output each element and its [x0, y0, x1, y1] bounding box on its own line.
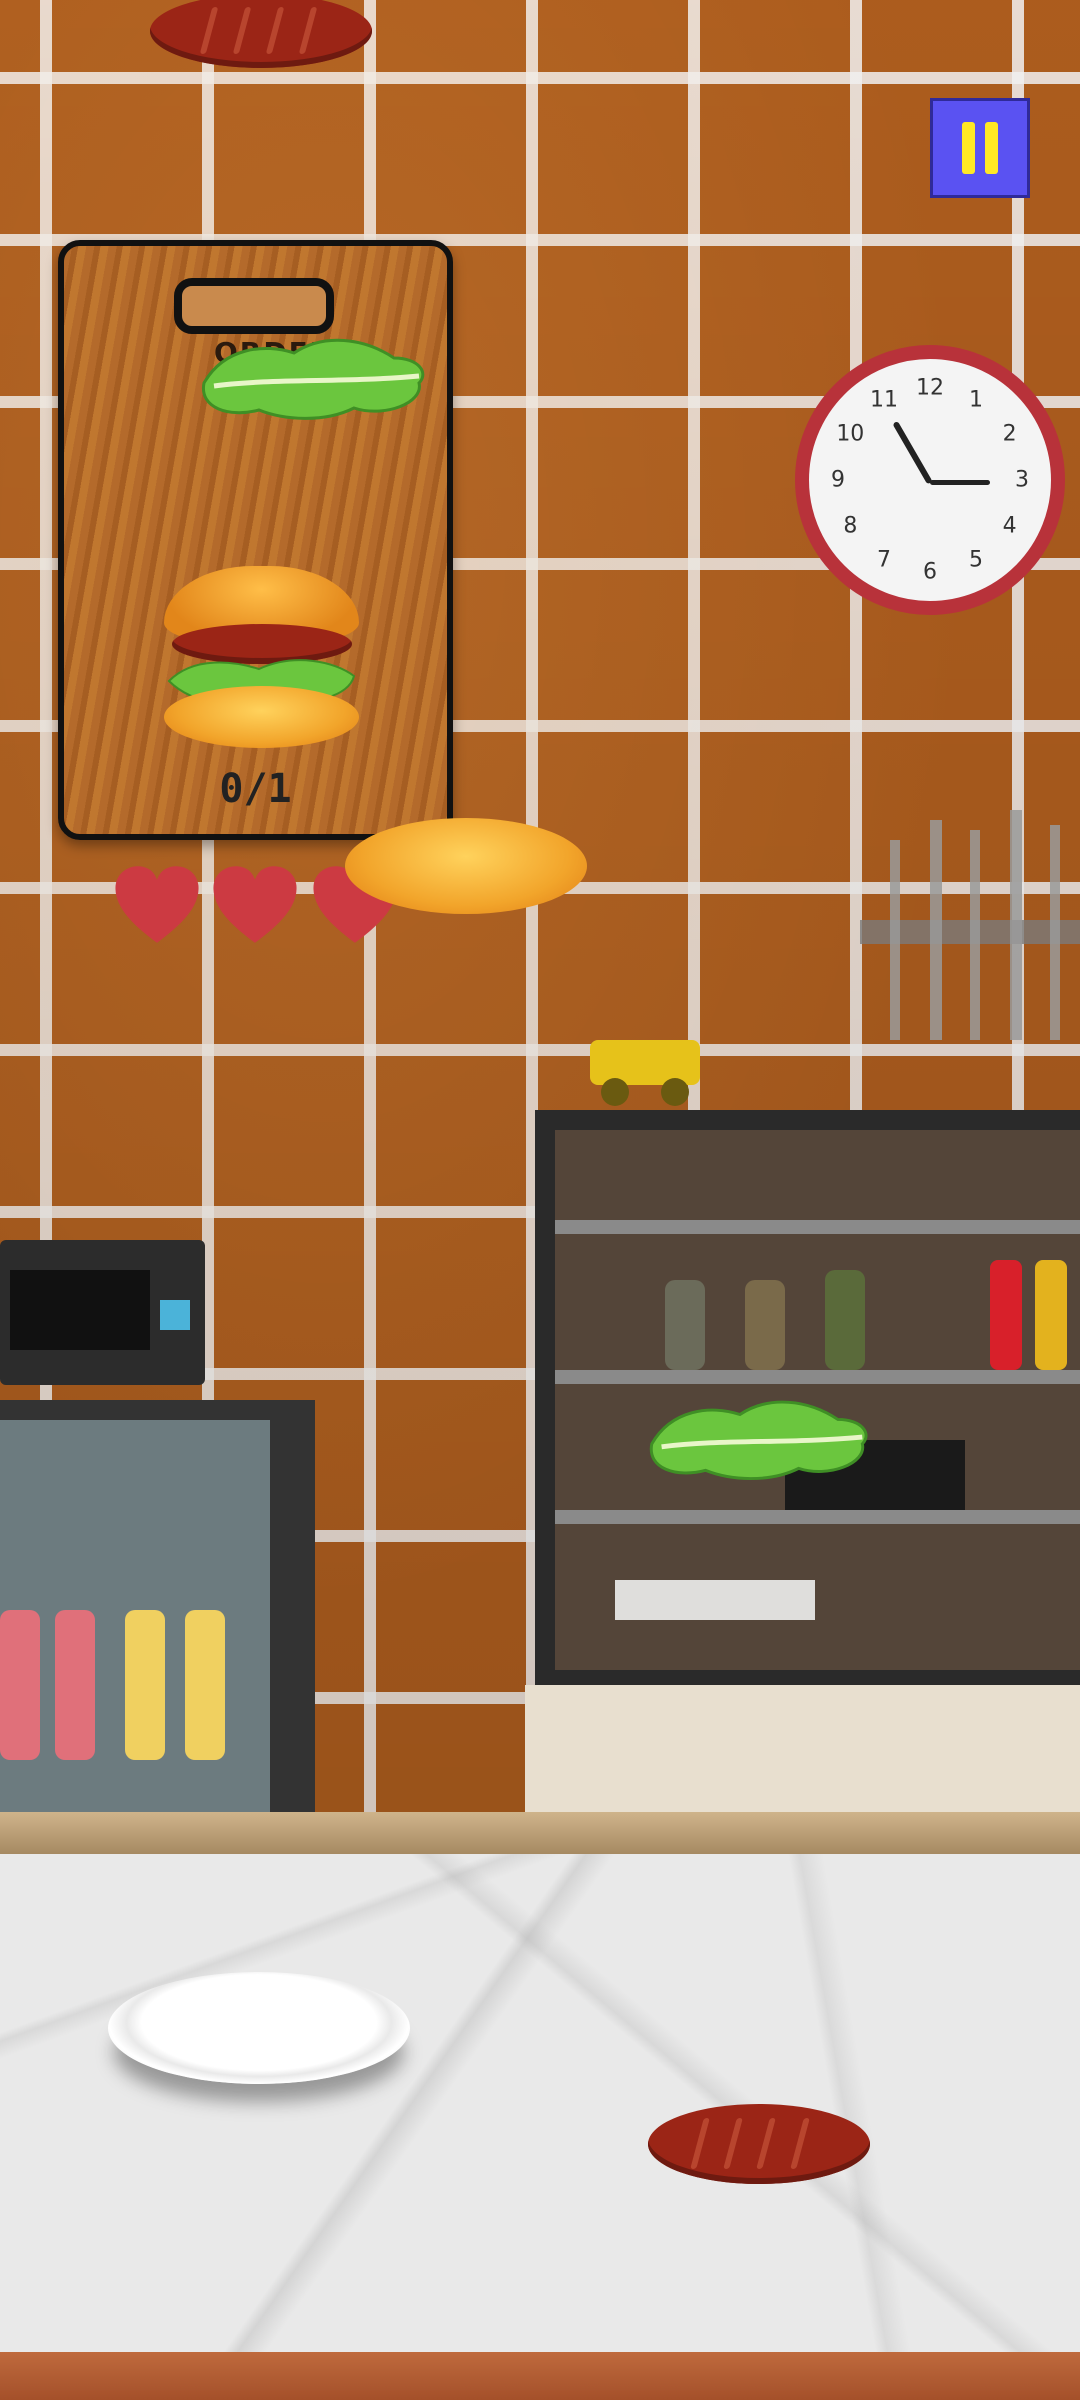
- game-scene[interactable]: 12 1 2 3 4 5 6 7 8 9 10 11 0/1: [0, 0, 1080, 2400]
- clock-number: 1: [969, 387, 983, 413]
- order-progress: 0/1: [219, 766, 292, 812]
- clock-number: 11: [870, 387, 898, 413]
- clock-number: 10: [836, 421, 865, 447]
- counter-edge: [0, 1812, 1080, 1854]
- floor-edge: [0, 2352, 1080, 2400]
- order-burger-bottom-bun: [164, 686, 359, 748]
- clock-number: 6: [923, 559, 937, 585]
- falling-lettuce[interactable]: [642, 1388, 877, 1490]
- clock-number: 4: [1002, 513, 1017, 539]
- drinks-fridge: [0, 1400, 315, 1815]
- clock-number: 3: [1015, 467, 1029, 493]
- order-lettuce: [202, 338, 425, 420]
- heart-icon: [112, 860, 202, 950]
- clock-number: 5: [969, 547, 983, 573]
- pause-button[interactable]: [930, 98, 1030, 198]
- wall-clock: 12 1 2 3 4 5 6 7 8 9 10 11: [795, 345, 1065, 615]
- toaster-oven: [0, 1240, 205, 1385]
- knife-rack: [860, 810, 1080, 1040]
- clock-number: 12: [916, 375, 944, 401]
- counter-patty[interactable]: [648, 2104, 870, 2184]
- falling-bottom-bun[interactable]: [345, 818, 587, 914]
- card-handle: [174, 278, 334, 334]
- clock-hour-hand: [892, 420, 933, 485]
- order-card: ORDER 0/1: [58, 240, 453, 840]
- pause-icon: [962, 122, 975, 174]
- clock-number: 9: [831, 467, 845, 493]
- clock-minute-hand: [930, 480, 990, 485]
- clock-number: 8: [843, 513, 858, 539]
- heart-icon: [210, 860, 300, 950]
- pause-icon: [985, 122, 998, 174]
- marble-counter: [0, 1854, 1080, 2354]
- clock-number: 7: [877, 547, 891, 573]
- serving-plate[interactable]: [108, 1972, 410, 2084]
- toy-truck: [590, 1040, 700, 1106]
- clock-number: 2: [1002, 421, 1017, 447]
